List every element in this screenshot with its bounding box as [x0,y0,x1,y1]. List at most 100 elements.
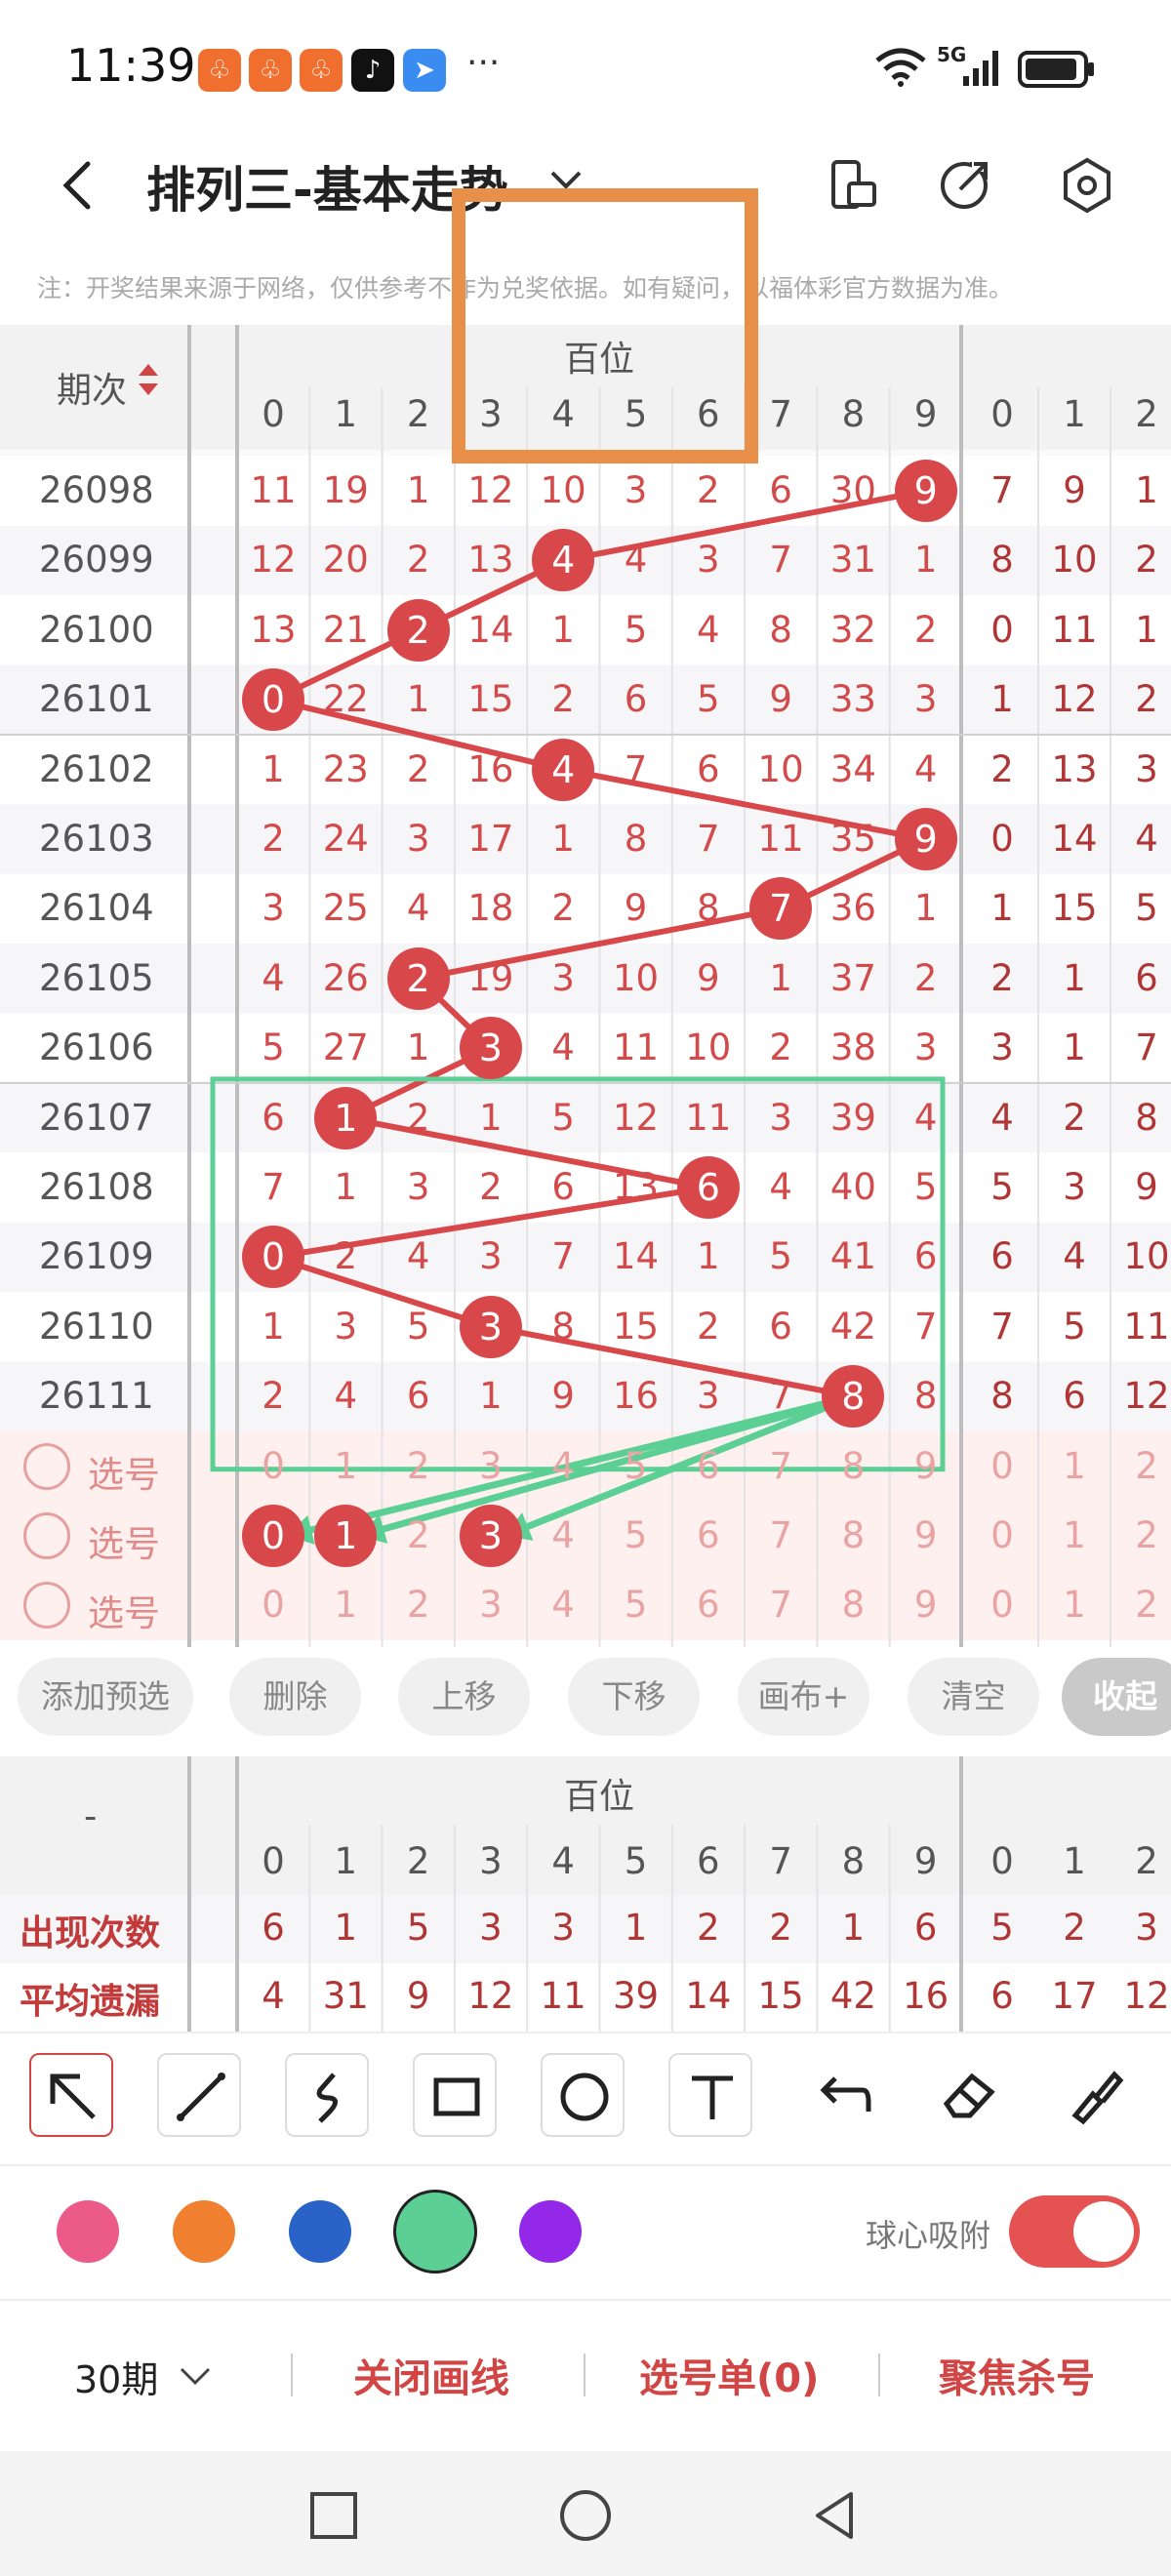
rectangle-tool[interactable] [413,2053,497,2137]
hit-ball: 9 [894,808,957,870]
clear-button[interactable]: 清空 [908,1658,1039,1736]
miss-value: 13 [467,539,514,582]
move-up-button[interactable]: 上移 [398,1658,530,1736]
select-digit[interactable]: 1 [309,1445,382,1487]
miss-value: 4 [624,539,648,582]
period-column-header[interactable]: 期次 [57,362,127,413]
back-icon[interactable] [51,156,109,215]
select-digit[interactable]: 6 [672,1584,745,1626]
select-digit[interactable]: 2 [383,1584,455,1626]
canvas-plus-button[interactable]: 画布+ [738,1658,869,1736]
snap-toggle[interactable] [1009,2195,1140,2268]
page-title[interactable]: 排列三-基本走势 [146,151,508,221]
select-digit[interactable]: 5 [600,1445,672,1487]
period-number: 26104 [39,887,154,930]
select-digit[interactable]: 8 [817,1514,889,1556]
add-preselect-button[interactable]: 添加预选 [18,1658,193,1736]
curve-tool[interactable] [285,2053,369,2137]
select-digit[interactable]: 3 [455,1584,527,1626]
arrow-tool[interactable] [29,2053,113,2137]
select-digit[interactable]: 2 [1110,1514,1171,1556]
select-digit[interactable]: 4 [527,1445,599,1487]
digit-column-header: 8 [841,393,866,435]
select-digit[interactable]: 9 [890,1445,962,1487]
picked-ball[interactable]: 1 [314,1505,378,1567]
miss-value: 2 [1135,539,1158,582]
color-swatch-purple[interactable] [519,2200,582,2263]
line-tool[interactable] [157,2053,241,2137]
select-digit[interactable]: 7 [745,1584,817,1626]
select-digit[interactable]: 8 [817,1445,889,1487]
miss-value: 2 [769,1026,792,1069]
select-digit[interactable]: 2 [1110,1584,1171,1626]
select-radio[interactable] [23,1512,70,1559]
miss-value: 4 [1135,818,1158,860]
select-digit[interactable]: 2 [383,1514,455,1556]
digit-column-header: 7 [769,393,792,435]
delete-button[interactable]: 删除 [229,1658,361,1736]
select-digit[interactable]: 1 [1038,1445,1110,1487]
select-digit[interactable]: 5 [600,1584,672,1626]
select-digit[interactable]: 0 [237,1584,309,1626]
select-digit[interactable]: 0 [966,1514,1038,1556]
select-digit[interactable]: 1 [1038,1514,1110,1556]
picked-ball[interactable]: 0 [242,1505,304,1567]
select-digit[interactable]: 4 [527,1584,599,1626]
select-radio[interactable] [23,1442,70,1490]
select-digit[interactable]: 1 [1038,1584,1110,1626]
undo-icon[interactable] [800,2053,884,2137]
miss-value: 2 [990,956,1014,999]
share-icon[interactable] [933,154,995,217]
focus-kill-button[interactable]: 聚焦杀号 [939,2347,1095,2403]
select-digit[interactable]: 0 [966,1584,1038,1626]
select-digit[interactable]: 1 [309,1584,382,1626]
digit-column-header: 9 [913,1840,938,1882]
select-digit[interactable]: 9 [890,1584,962,1626]
select-digit[interactable]: 2 [1110,1445,1171,1487]
miss-value: 4 [262,956,285,999]
select-digit[interactable]: 0 [237,1445,309,1487]
select-digit[interactable]: 8 [817,1584,889,1626]
miss-value: 3 [697,1375,720,1418]
recent-apps-icon[interactable] [304,2486,363,2545]
pick-list-button[interactable]: 选号单(0) [639,2347,819,2403]
brush-icon[interactable] [1054,2053,1138,2137]
select-digit[interactable]: 6 [672,1445,745,1487]
eraser-icon[interactable] [927,2053,1011,2137]
color-swatch-blue[interactable] [289,2200,351,2263]
period-selector[interactable]: 30期 [74,2350,158,2403]
select-digit[interactable]: 9 [890,1514,962,1556]
text-tool[interactable] [668,2053,752,2137]
miss-value: 7 [624,747,648,790]
home-icon[interactable] [556,2486,615,2545]
miss-value: 6 [1135,956,1158,999]
picked-ball[interactable]: 3 [459,1505,522,1567]
select-digit[interactable]: 6 [672,1514,745,1556]
select-digit[interactable]: 7 [745,1514,817,1556]
select-digit[interactable]: 3 [455,1445,527,1487]
color-swatch-green-selected[interactable] [393,2190,477,2274]
chevron-down-icon[interactable] [176,2357,215,2396]
rotate-screen-icon[interactable] [822,154,884,217]
digit-column-header: 2 [406,393,430,435]
color-swatch-pink[interactable] [57,2200,119,2263]
miss-value: 8 [990,1375,1014,1418]
period-number: 26100 [39,608,154,651]
close-lines-button[interactable]: 关闭画线 [353,2347,509,2403]
select-digit[interactable]: 5 [600,1514,672,1556]
back-nav-icon[interactable] [806,2486,865,2545]
select-digit[interactable]: 2 [383,1445,455,1487]
avg-miss: 15 [757,1975,804,2017]
move-down-button[interactable]: 下移 [568,1658,700,1736]
select-digit[interactable]: 0 [966,1445,1038,1487]
collapse-button[interactable]: 收起 [1062,1658,1171,1736]
chevron-down-icon[interactable] [546,161,586,200]
color-swatch-orange[interactable] [173,2200,235,2263]
select-digit[interactable]: 7 [745,1445,817,1487]
circle-tool[interactable] [541,2053,625,2137]
avg-miss: 16 [903,1975,949,2017]
settings-icon[interactable] [1056,154,1118,217]
line-icon [177,2073,225,2121]
select-digit[interactable]: 4 [527,1514,599,1556]
miss-value: 31 [829,539,876,582]
